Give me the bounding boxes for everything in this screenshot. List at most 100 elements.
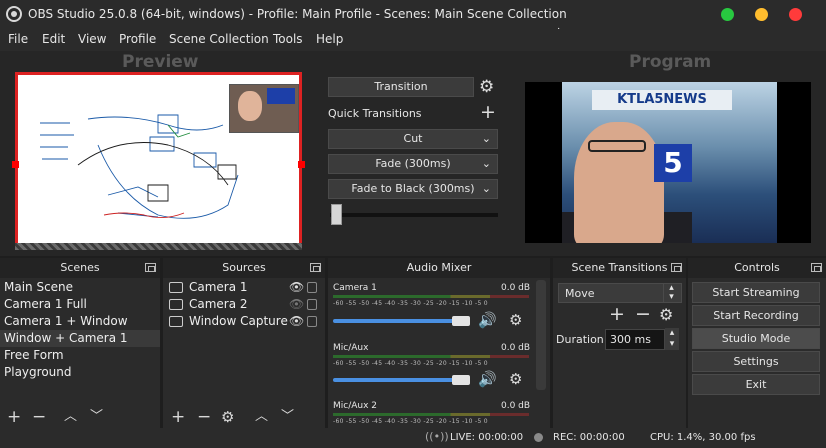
channel-name: Camera 1 <box>333 283 377 293</box>
source-label: Camera 1 <box>189 280 248 294</box>
resize-handle-left[interactable] <box>12 161 19 168</box>
window-title: OBS Studio 25.0.8 (64-bit, windows) - Pr… <box>28 7 567 21</box>
undock-icon[interactable] <box>671 263 682 272</box>
rec-timer: REC: 00:00:00 <box>553 432 625 443</box>
scene-item[interactable]: Main Scene <box>0 279 160 296</box>
move-up-chevron-icon[interactable]: ︿ <box>64 407 77 427</box>
add-scene-plus-icon[interactable]: + <box>7 407 21 427</box>
speaker-icon[interactable]: 🔊 <box>478 370 497 388</box>
scene-item[interactable]: Camera 1 Full <box>0 296 160 313</box>
scene-item-selected[interactable]: Window + Camera 1 <box>0 330 160 347</box>
speaker-icon[interactable]: 🔊 <box>478 311 497 329</box>
undock-icon[interactable] <box>145 263 156 272</box>
start-recording-button[interactable]: Start Recording <box>692 305 820 326</box>
scene-item[interactable]: Free Form <box>0 347 160 364</box>
volume-slider-handle[interactable] <box>452 316 470 326</box>
hidden-eye-icon[interactable]: 👁 <box>289 297 304 311</box>
transition-button[interactable]: Transition <box>328 77 474 97</box>
minimize-button[interactable] <box>721 8 734 21</box>
settings-button[interactable]: Settings <box>692 351 820 372</box>
source-item[interactable]: Camera 2 👁 <box>163 296 321 313</box>
scene-item[interactable]: Playground <box>0 364 160 381</box>
maximize-button[interactable] <box>755 8 768 21</box>
channel-settings-gear-icon[interactable]: ⚙ <box>509 311 522 329</box>
remove-source-minus-icon[interactable]: − <box>197 407 211 427</box>
dock-title-text: Scenes <box>60 261 100 274</box>
status-bar: ((•)) LIVE: 00:00:00 REC: 00:00:00 CPU: … <box>0 428 826 448</box>
quick-transition-cut[interactable]: Cut ⌄ <box>328 129 498 149</box>
move-down-chevron-icon[interactable]: ﹀ <box>281 407 294 427</box>
chevron-down-icon[interactable]: ⌄ <box>482 155 491 173</box>
mixer-scrollbar[interactable] <box>536 280 546 390</box>
volume-meter <box>333 355 529 358</box>
volume-slider[interactable] <box>333 378 468 382</box>
resize-handle-right[interactable] <box>298 161 305 168</box>
lock-icon[interactable] <box>307 282 317 293</box>
controls-title: Controls <box>688 258 826 278</box>
volume-slider-handle[interactable] <box>452 375 470 385</box>
menu-tools[interactable]: Tools <box>273 32 303 46</box>
add-source-plus-icon[interactable]: + <box>171 407 185 427</box>
tbar-track[interactable] <box>330 213 498 217</box>
obs-logo-icon <box>6 6 22 22</box>
move-down-chevron-icon[interactable]: ﹀ <box>90 407 103 427</box>
visibility-eye-icon[interactable]: 👁 <box>289 280 304 294</box>
transition-properties-gear-icon[interactable]: ⚙ <box>659 305 673 324</box>
live-timer: LIVE: 00:00:00 <box>450 432 524 443</box>
channel-logo: 5 <box>654 144 692 182</box>
meter-ticks: -60 -55 -50 -45 -40 -35 -30 -25 -20 -15 … <box>333 360 488 367</box>
add-quick-transition-plus-icon[interactable]: + <box>480 101 496 123</box>
lock-icon[interactable] <box>307 316 317 327</box>
live-signal-icon: ((•)) <box>425 430 449 443</box>
undock-icon[interactable] <box>310 263 321 272</box>
lock-icon[interactable] <box>307 299 317 310</box>
duration-stepper[interactable]: ▴ ▾ <box>665 328 679 350</box>
source-item[interactable]: Window Capture 👁 <box>163 313 321 330</box>
quick-transition-fade-black[interactable]: Fade to Black (300ms) ⌄ <box>328 179 498 199</box>
dock-title-text: Controls <box>734 261 780 274</box>
tv-logo <box>267 88 295 104</box>
close-button[interactable] <box>789 8 802 21</box>
dock-title-text: Audio Mixer <box>406 261 472 274</box>
visibility-eye-icon[interactable]: 👁 <box>289 314 304 328</box>
quick-transition-fade[interactable]: Fade (300ms) ⌄ <box>328 154 498 174</box>
channel-db: 0.0 dB <box>501 401 531 411</box>
audio-mixer-dock: Audio Mixer Camera 1 0.0 dB -60 -55 -50 … <box>328 258 550 428</box>
add-transition-plus-icon[interactable]: + <box>609 303 625 325</box>
record-dot-icon <box>534 433 543 442</box>
meter-ticks: -60 -55 -50 -45 -40 -35 -30 -25 -20 -15 … <box>333 418 488 425</box>
program-label: Program <box>629 52 712 72</box>
menu-view[interactable]: View <box>78 32 106 46</box>
preview-camera-source[interactable] <box>229 84 299 133</box>
volume-slider[interactable] <box>333 319 468 323</box>
transition-settings-gear-icon[interactable]: ⚙ <box>479 77 494 97</box>
channel-db: 0.0 dB <box>501 283 531 293</box>
start-streaming-button[interactable]: Start Streaming <box>692 282 820 303</box>
preview-safe-stripe-bottom <box>15 243 302 250</box>
menu-edit[interactable]: Edit <box>42 32 65 46</box>
transition-select[interactable]: Move ▴ ▾ <box>558 283 682 303</box>
remove-scene-minus-icon[interactable]: − <box>32 407 46 427</box>
news-banner: KTLA5NEWS <box>592 90 732 110</box>
glasses-shape <box>588 140 646 152</box>
scene-item[interactable]: Camera 1 + Window <box>0 313 160 330</box>
undock-icon[interactable] <box>811 263 822 272</box>
scene-transitions-dock: Scene Transitions Move ▴ ▾ + − ⚙ Duration… <box>553 258 686 428</box>
source-item[interactable]: Camera 1 👁 <box>163 279 321 296</box>
menu-profile[interactable]: Profile <box>119 32 156 46</box>
tbar-handle[interactable] <box>331 204 342 225</box>
source-properties-gear-icon[interactable]: ⚙ <box>221 407 234 427</box>
chevron-down-icon[interactable]: ⌄ <box>482 180 491 198</box>
menu-help[interactable]: Help <box>316 32 343 46</box>
menu-file[interactable]: File <box>8 32 28 46</box>
updown-arrows-icon[interactable]: ▴ ▾ <box>663 284 679 302</box>
remove-transition-minus-icon[interactable]: − <box>635 303 651 325</box>
channel-settings-gear-icon[interactable]: ⚙ <box>509 370 522 388</box>
dock-title-text: Scene Transitions <box>571 261 668 274</box>
studio-mode-button[interactable]: Studio Mode <box>692 328 820 349</box>
exit-button[interactable]: Exit <box>692 374 820 395</box>
duration-input[interactable]: 300 ms <box>605 329 665 350</box>
move-up-chevron-icon[interactable]: ︿ <box>255 407 268 427</box>
menu-scene-collection[interactable]: Scene Collection <box>169 32 269 46</box>
chevron-down-icon[interactable]: ⌄ <box>482 130 491 148</box>
